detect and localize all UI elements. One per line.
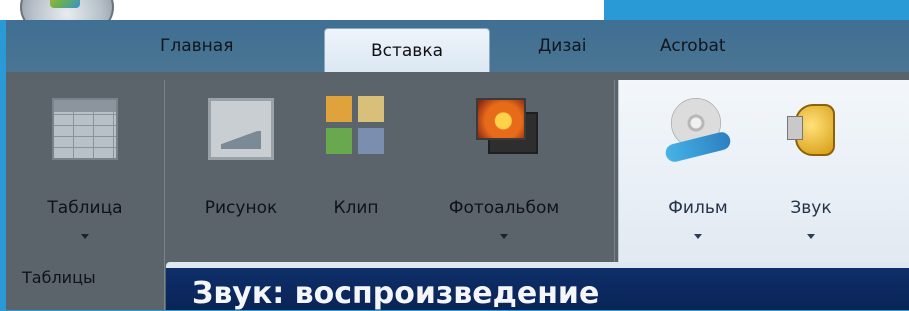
tab-design[interactable]: Дизаі bbox=[538, 20, 592, 72]
tab-insert[interactable]: Вставка bbox=[324, 28, 490, 73]
office-logo-icon bbox=[50, 0, 80, 8]
clipart-icon bbox=[326, 96, 386, 158]
sound-label: Звук bbox=[790, 198, 832, 218]
ribbon-tab-strip: Главная Вставка Дизаі Acrobat bbox=[6, 20, 909, 73]
chevron-down-icon bbox=[807, 234, 815, 239]
speaker-icon bbox=[785, 98, 839, 158]
sound-playback-dialog: Звук: воспроизведение bbox=[166, 262, 909, 311]
chevron-down-icon bbox=[81, 234, 89, 239]
group-label-tables: Таблицы bbox=[22, 268, 96, 287]
tab-home[interactable]: Главная bbox=[160, 20, 233, 72]
table-button[interactable]: Таблица bbox=[12, 88, 158, 248]
picture-icon bbox=[208, 98, 274, 160]
film-reel-icon bbox=[663, 98, 733, 164]
tab-acrobat[interactable]: Acrobat bbox=[660, 20, 726, 72]
photo-album-label: Фотоальбом bbox=[448, 198, 560, 218]
chevron-down-icon bbox=[500, 234, 508, 239]
dialog-title: Звук: воспроизведение bbox=[192, 276, 600, 311]
film-label: Фильм bbox=[668, 198, 728, 218]
group-tables: Таблица Таблицы bbox=[6, 80, 165, 310]
photo-album-icon bbox=[472, 96, 538, 156]
picture-label: Рисунок bbox=[204, 198, 278, 218]
picture-button[interactable]: Рисунок bbox=[176, 88, 306, 248]
chevron-down-icon bbox=[694, 234, 702, 239]
photo-album-button[interactable]: Фотоальбом bbox=[412, 88, 596, 248]
sound-button[interactable]: Звук bbox=[769, 88, 853, 248]
table-label: Таблица bbox=[47, 198, 123, 218]
clipart-button[interactable]: Клип bbox=[314, 88, 398, 248]
film-button[interactable]: Фильм bbox=[643, 88, 753, 248]
top-blue-area bbox=[604, 0, 909, 20]
table-icon bbox=[52, 98, 118, 160]
clipart-label: Клип bbox=[333, 198, 379, 218]
